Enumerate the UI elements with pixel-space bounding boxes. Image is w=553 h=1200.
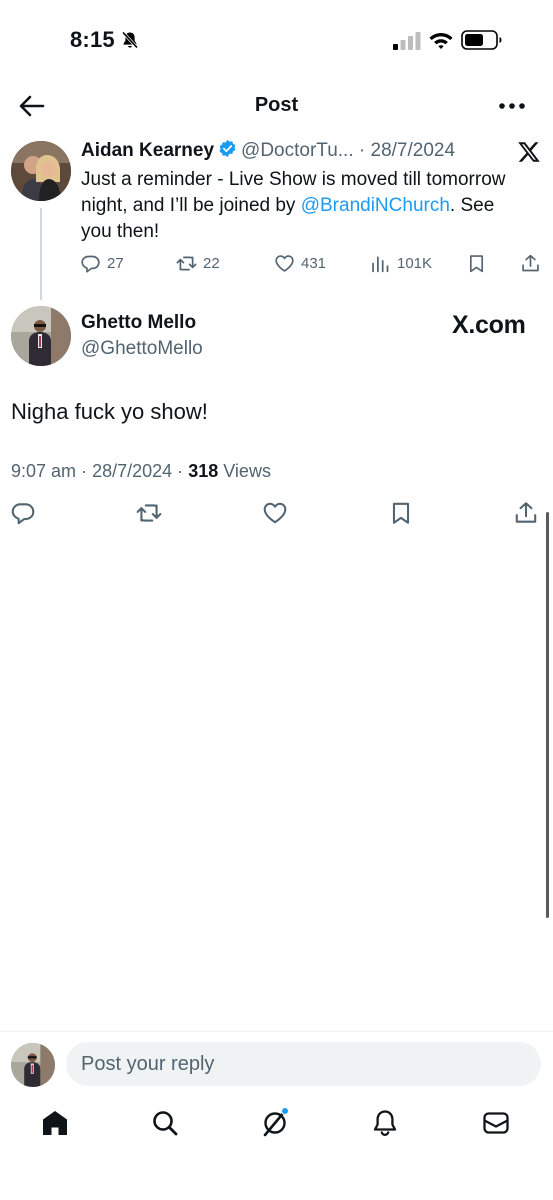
author-name[interactable]: Ghetto Mello (81, 312, 196, 334)
search-icon (153, 1111, 178, 1136)
reply-button[interactable] (10, 500, 38, 530)
text-line: Just a reminder - Live Show is moved til… (81, 169, 506, 190)
text-line: night, and I’ll be joined by (81, 195, 301, 216)
repost-icon (136, 504, 162, 522)
share-button[interactable] (520, 251, 541, 275)
bookmark-icon (469, 254, 484, 272)
heart-icon (263, 502, 287, 524)
tab-notifications[interactable] (370, 1108, 404, 1142)
post-actions (0, 500, 553, 530)
x-logo-icon (518, 142, 540, 162)
like-button[interactable] (262, 500, 290, 530)
top-app-bar: Post (0, 82, 553, 130)
quoted-post[interactable]: Aidan Kearney @DoctorTu... · 28/7/2024 J… (0, 136, 553, 300)
notification-dot (281, 1107, 289, 1115)
x-com-watermark: X.com (452, 311, 526, 339)
more-horizontal-icon[interactable] (496, 92, 528, 120)
reply-count: 27 (107, 254, 124, 272)
post-date: 28/7/2024 (370, 140, 456, 161)
heart-icon (275, 254, 294, 272)
reply-composer (0, 1031, 553, 1095)
like-count: 431 (301, 254, 327, 272)
separator: · (177, 461, 184, 481)
bell-icon (373, 1110, 397, 1136)
views-label[interactable]: Views (223, 461, 271, 481)
share-icon (522, 254, 539, 271)
mail-icon (483, 1112, 509, 1134)
avatar[interactable] (11, 1043, 55, 1087)
views-chart-icon (372, 256, 389, 272)
battery-icon (461, 30, 502, 50)
tab-grok[interactable] (260, 1107, 294, 1142)
avatar[interactable] (11, 141, 71, 201)
repost-button[interactable]: 22 (176, 251, 220, 275)
bell-off-icon (121, 31, 139, 49)
views-count: 101K (397, 254, 433, 272)
share-button[interactable] (513, 500, 541, 530)
text-line: . See (449, 195, 495, 216)
post-text: Nigha fuck yo show! (11, 399, 208, 424)
share-icon (515, 502, 537, 523)
separator: · (81, 461, 88, 481)
post-date: 28/7/2024 (92, 461, 173, 481)
status-time: 8:15 (70, 27, 115, 52)
quoted-post-header: Aidan Kearney @DoctorTu... · 28/7/2024 (81, 139, 521, 162)
reply-icon (81, 255, 100, 273)
wifi-icon (429, 33, 453, 49)
mention-link[interactable]: @BrandiNChurch (301, 195, 450, 216)
tab-search[interactable] (150, 1108, 184, 1142)
text-line: you then! (81, 221, 160, 242)
tab-messages[interactable] (481, 1108, 515, 1142)
author-handle[interactable]: @DoctorTu... (241, 140, 354, 161)
status-bar: 8:15 (0, 0, 553, 80)
quoted-post-actions: 27 22 431 101K (80, 251, 545, 275)
bookmark-button[interactable] (466, 251, 487, 275)
views-button[interactable]: 101K (370, 251, 432, 275)
post-time: 9:07 am (11, 461, 77, 481)
page-title: Post (254, 94, 299, 116)
reply-icon (11, 503, 35, 525)
signal-icon (393, 32, 421, 50)
bookmark-button[interactable] (388, 500, 416, 530)
verified-badge-icon (219, 139, 236, 158)
home-icon (43, 1111, 67, 1135)
avatar[interactable] (11, 306, 71, 366)
quoted-post-text: Just a reminder - Live Show is moved til… (81, 167, 541, 245)
thread-line (40, 208, 42, 300)
reply-input[interactable] (66, 1042, 541, 1086)
repost-button[interactable] (136, 500, 164, 530)
scrollbar[interactable] (546, 512, 549, 918)
repost-icon (176, 256, 197, 270)
reply-button[interactable]: 27 (80, 251, 124, 275)
post-metadata: 9:07 am · 28/7/2024 · 318 Views (11, 461, 271, 482)
like-button[interactable]: 431 (274, 251, 326, 275)
repost-count: 22 (203, 254, 220, 272)
views-count: 318 (188, 461, 219, 481)
author-handle[interactable]: @GhettoMello (81, 338, 203, 360)
author-name[interactable]: Aidan Kearney (81, 140, 214, 161)
bookmark-icon (392, 502, 410, 524)
separator: · (358, 140, 366, 161)
tab-home[interactable] (40, 1108, 74, 1142)
bottom-tab-bar (0, 1100, 553, 1156)
